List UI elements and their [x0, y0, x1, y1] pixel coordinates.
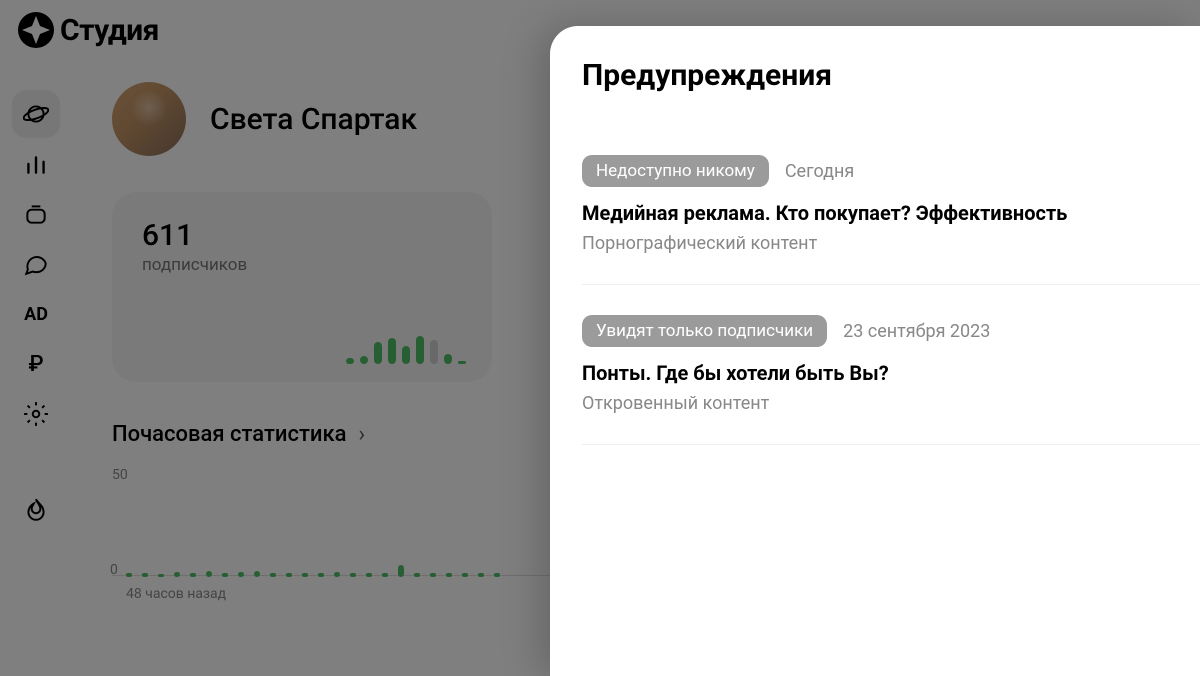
warning-item[interactable]: Недоступно никому Сегодня Медийная рекла… [582, 155, 1200, 285]
warnings-panel: Предупреждения Недоступно никому Сегодня… [550, 26, 1200, 676]
status-badge: Недоступно никому [582, 155, 769, 187]
warning-item[interactable]: Увидят только подписчики 23 сентября 202… [582, 315, 1200, 445]
warning-date: 23 сентября 2023 [843, 321, 990, 342]
warning-title: Медийная реклама. Кто покупает? Эффектив… [582, 201, 1176, 225]
warning-title: Понты. Где бы хотели быть Вы? [582, 361, 1176, 385]
panel-title: Предупреждения [582, 58, 1200, 93]
warning-reason: Порнографический контент [582, 233, 1176, 254]
warning-date: Сегодня [785, 161, 854, 182]
status-badge: Увидят только подписчики [582, 315, 827, 347]
warning-reason: Откровенный контент [582, 393, 1176, 414]
